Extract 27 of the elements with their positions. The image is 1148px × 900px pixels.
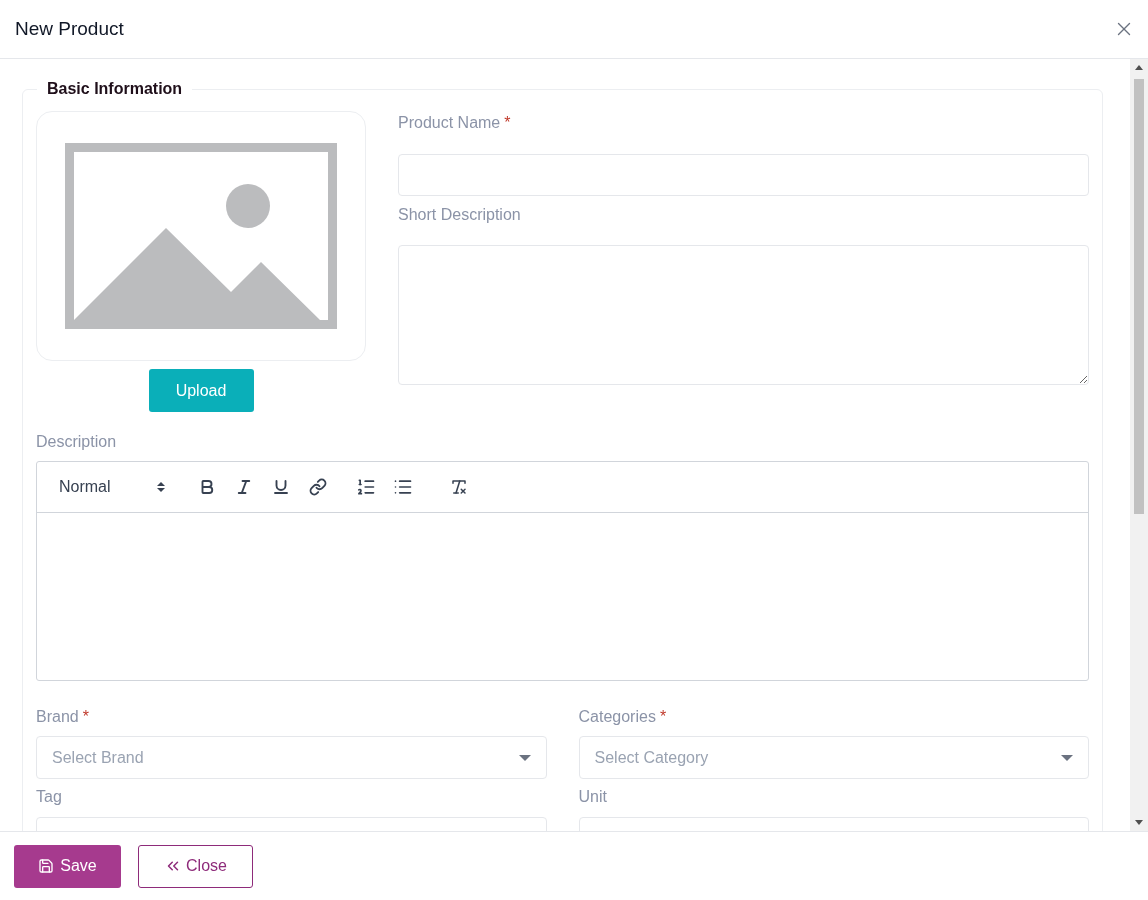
- dialog-title: New Product: [15, 16, 124, 41]
- textarea-field[interactable]: [398, 245, 1089, 385]
- field-label: Categories: [578, 707, 656, 727]
- image-placeholder-icon: [65, 143, 337, 329]
- select-placeholder: Select Brand: [52, 747, 144, 768]
- required-mark: *: [659, 707, 667, 727]
- style-select[interactable]: Normal: [59, 475, 165, 499]
- section-title: Basic Information: [46, 79, 184, 99]
- field-label: Tag: [36, 787, 62, 807]
- scrollbar[interactable]: [1130, 59, 1148, 831]
- select-placeholder: Select Category: [594, 747, 709, 768]
- up-down-caret-icon: [157, 481, 165, 493]
- dropdown-caret-icon: [518, 754, 531, 761]
- required-mark: *: [504, 113, 511, 133]
- scroll-up-icon: [1135, 65, 1143, 70]
- save-icon: [38, 858, 55, 874]
- scroll-down-icon: [1135, 820, 1143, 825]
- dropdown-caret-icon: [1061, 754, 1073, 761]
- save-button[interactable]: Save: [14, 844, 121, 888]
- required-mark: *: [82, 707, 89, 727]
- text-field[interactable]: [398, 154, 1089, 196]
- field-label: Description: [36, 432, 118, 450]
- field-label: Product Name: [398, 113, 501, 133]
- field-label: Brand: [36, 707, 79, 727]
- field-label: Short Description: [398, 205, 521, 225]
- field-label: Unit: [578, 787, 607, 807]
- close-button[interactable]: Close: [138, 844, 253, 888]
